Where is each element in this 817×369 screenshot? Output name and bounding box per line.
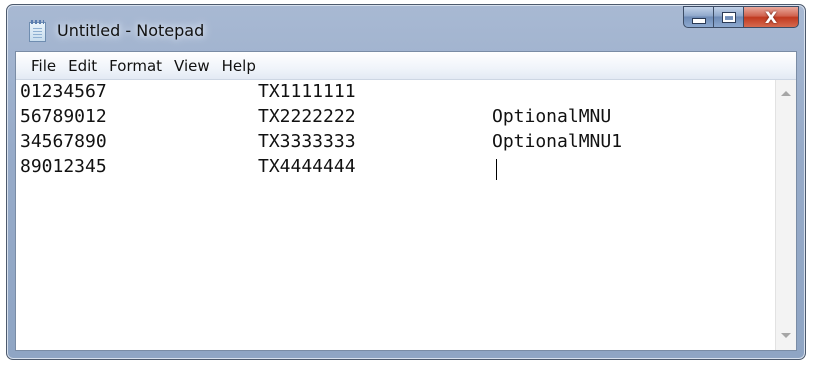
text-line: 56789012 TX2222222 OptionalMNU [20, 105, 611, 131]
line-text: TX1111111 [258, 81, 356, 102]
line-text: 56789012 [20, 106, 107, 127]
maximize-icon [721, 11, 736, 23]
menu-edit[interactable]: Edit [62, 55, 103, 77]
notepad-icon[interactable] [29, 20, 46, 42]
line-text: 89012345 [20, 156, 107, 177]
title-bar[interactable]: Untitled - Notepad X [7, 5, 805, 51]
scroll-up-arrow-icon[interactable] [781, 91, 791, 96]
maximize-button[interactable] [713, 6, 743, 28]
minimize-icon [691, 18, 706, 24]
line-text: TX2222222 [258, 106, 356, 127]
line-text: OptionalMNU [492, 106, 612, 127]
caption-buttons: X [683, 6, 799, 28]
text-caret [496, 159, 497, 180]
close-button[interactable]: X [743, 6, 799, 28]
text-line: 34567890 TX3333333 OptionalMNU1 [20, 130, 622, 156]
client-area: File Edit Format View Help 01234567 TX11… [15, 51, 797, 351]
text-editor[interactable]: 01234567 TX1111111 56789012 TX2222222 Op… [16, 80, 776, 350]
scroll-down-arrow-icon[interactable] [781, 333, 791, 338]
line-text: 34567890 [20, 131, 107, 152]
notepad-window: Untitled - Notepad X File Edit Format Vi… [6, 4, 806, 360]
line-text: TX3333333 [258, 131, 356, 152]
menu-bar: File Edit Format View Help [16, 52, 796, 80]
line-text: 01234567 [20, 81, 107, 102]
menu-view[interactable]: View [168, 55, 216, 77]
menu-file[interactable]: File [25, 55, 62, 77]
close-icon: X [764, 7, 778, 27]
vertical-scrollbar[interactable] [775, 80, 796, 350]
minimize-button[interactable] [683, 6, 713, 28]
line-text: OptionalMNU1 [492, 131, 623, 152]
window-title: Untitled - Notepad [57, 21, 205, 40]
text-line: 01234567 TX1111111 [20, 80, 356, 106]
menu-format[interactable]: Format [103, 55, 168, 77]
line-text: TX4444444 [258, 156, 356, 177]
menu-help[interactable]: Help [216, 55, 262, 77]
text-line: 89012345 TX4444444 [20, 155, 540, 181]
